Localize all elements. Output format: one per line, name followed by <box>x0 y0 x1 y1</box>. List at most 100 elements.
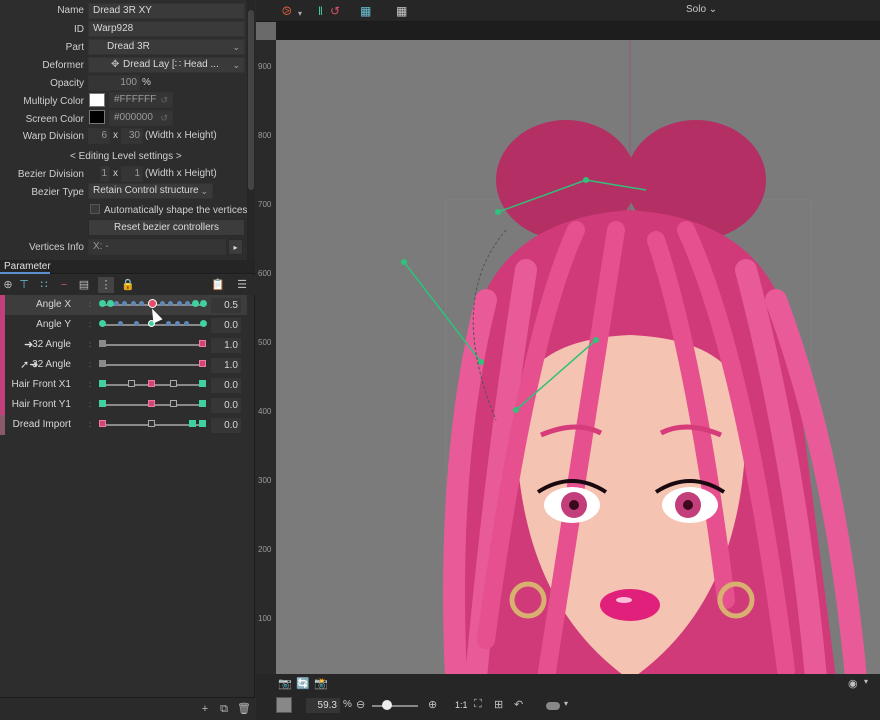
delete-key-icon[interactable]: − <box>56 277 72 293</box>
keyframe-dot[interactable] <box>175 321 180 326</box>
vertices-more-button[interactable]: ▸ <box>228 239 243 255</box>
reset-bezier-button[interactable]: Reset bezier controllers <box>88 219 245 236</box>
keyframe-dot[interactable] <box>107 300 114 307</box>
canvas-stage[interactable] <box>276 40 880 678</box>
mesh-icon[interactable]: ▦ <box>360 3 371 19</box>
param-value-field[interactable]: 0.0 <box>211 398 241 413</box>
rotate-icon[interactable]: ↺ <box>330 3 340 19</box>
keyframe-dot[interactable] <box>200 300 207 307</box>
keyframe-dot[interactable] <box>160 301 165 306</box>
param-row-hair-front-x1[interactable]: Hair Front X1 : 0.0 <box>0 375 247 395</box>
keyframe-square[interactable] <box>99 400 106 407</box>
auto-shape-checkbox[interactable] <box>90 204 100 214</box>
keyframe-square[interactable] <box>189 420 196 427</box>
keyframe-dot[interactable] <box>192 300 199 307</box>
keyframe-dot[interactable] <box>177 301 182 306</box>
add-key-icon[interactable]: ∷ <box>36 277 52 293</box>
keyframe-square[interactable] <box>128 380 135 387</box>
zoom-slider-track[interactable] <box>372 705 418 707</box>
duplicate-icon[interactable]: ⧉ <box>216 701 232 717</box>
solo-toggle[interactable]: Solo ⌄ <box>686 4 717 15</box>
zoom-in-icon[interactable]: ⊕ <box>428 698 437 711</box>
clipboard-icon[interactable]: 📋 <box>210 277 226 293</box>
dropdown-arrow-icon[interactable]: ▾ <box>298 6 302 22</box>
screen-color-swatch[interactable] <box>89 110 105 124</box>
keyframe-dot[interactable] <box>118 321 123 326</box>
inspector-scrollbar-thumb[interactable] <box>248 10 254 190</box>
name-field[interactable]: Dread 3R XY <box>88 3 245 19</box>
collapse-icon[interactable]: ⊕ <box>0 277 16 293</box>
actual-size-button[interactable]: 1:1 <box>455 700 468 710</box>
keyframe-dot[interactable] <box>184 321 189 326</box>
keyframe-dot[interactable] <box>99 320 106 327</box>
vertices-x-field[interactable]: X: - <box>88 239 226 255</box>
zoom-field[interactable]: 59.3 <box>306 698 340 713</box>
center-view-icon[interactable]: ⊞ <box>494 698 503 711</box>
keyframe-square[interactable] <box>170 400 177 407</box>
bezier-type-dropdown[interactable]: Retain Control structure ⌄ <box>88 183 213 199</box>
keyframe-dot[interactable] <box>99 300 106 307</box>
param-row-angle-y[interactable]: Angle Y : 0.0 <box>0 315 247 335</box>
keyframe-dot[interactable] <box>122 301 127 306</box>
param-row-dread-import[interactable]: Dread Import : 0.0 <box>0 415 247 435</box>
bezier-height-field[interactable]: 1 <box>121 166 143 182</box>
keyframe-square[interactable] <box>99 360 106 367</box>
keyframe-dot[interactable] <box>200 320 207 327</box>
keyframe-dot[interactable] <box>166 321 171 326</box>
reset-view-icon[interactable]: ↶ <box>514 698 523 711</box>
camera-rotate-icon[interactable]: 🔄 <box>296 677 310 690</box>
id-field[interactable]: Warp928 <box>88 21 245 37</box>
deform-path-icon[interactable]: ⧁ <box>282 3 292 19</box>
multiply-color-swatch[interactable] <box>89 93 105 107</box>
deformer-dropdown[interactable]: ✥ Dread Lay [∷ Head ... ⌄ <box>88 57 245 73</box>
trash-icon[interactable]: 🗑 <box>236 701 252 717</box>
param-value-field[interactable]: 0.0 <box>211 418 241 433</box>
keyframe-square[interactable] <box>199 340 206 347</box>
keyframe-square[interactable] <box>99 420 106 427</box>
param-row-hair-front-y1[interactable]: Hair Front Y1 : 0.0 <box>0 395 247 415</box>
status-dot-icon[interactable]: ◉ <box>848 677 858 690</box>
param-value-field[interactable]: 0.0 <box>211 318 241 333</box>
param-value-field[interactable]: 1.0 <box>211 338 241 353</box>
dropdown-arrow-icon[interactable]: ▾ <box>564 699 568 708</box>
keyframe-dot[interactable] <box>114 301 119 306</box>
camera-add-icon[interactable]: 📸 <box>314 677 328 690</box>
keyframe-square[interactable] <box>199 400 206 407</box>
param-value-field[interactable]: 1.0 <box>211 358 241 373</box>
param-slider-track[interactable] <box>102 364 204 366</box>
keyframe-square[interactable] <box>99 380 106 387</box>
param-row-32-angle[interactable]: ➜ 32 Angle : 1.0 <box>0 335 247 355</box>
toggle-switch[interactable] <box>546 702 560 710</box>
menu-icon[interactable]: ☰ <box>234 277 250 293</box>
keyframe-square[interactable] <box>148 420 155 427</box>
keyframe-dot[interactable] <box>134 321 139 326</box>
opacity-field[interactable]: 100 <box>88 75 140 91</box>
multiply-color-field[interactable]: #FFFFFF ↺ <box>109 92 173 108</box>
keyframe-square[interactable] <box>148 380 155 387</box>
keyframe-square[interactable] <box>199 420 206 427</box>
group-icon[interactable]: ⋮ <box>98 277 114 293</box>
param-row-32-angle-2[interactable]: ➚➜ 32 Angle : 1.0 <box>0 355 247 375</box>
camera-icon[interactable]: 📷 <box>278 677 292 690</box>
background-color-swatch[interactable] <box>276 697 292 713</box>
keyframe-square[interactable] <box>199 380 206 387</box>
keyframe-square[interactable] <box>99 340 106 347</box>
link-key-icon[interactable]: ⊤ <box>16 277 32 293</box>
keyframe-dot[interactable] <box>185 301 190 306</box>
fit-screen-icon[interactable]: ⛶ <box>474 698 482 711</box>
warp-height-field[interactable]: 30 <box>121 128 143 144</box>
keyframe-square[interactable] <box>199 360 206 367</box>
keyframe-dot[interactable] <box>131 301 136 306</box>
param-value-field[interactable]: 0.0 <box>211 378 241 393</box>
param-row-angle-x[interactable]: Angle X : 0.5 <box>0 295 247 315</box>
grid-icon[interactable]: ▦ <box>396 3 407 19</box>
zoom-slider-thumb[interactable] <box>382 700 392 710</box>
add-icon[interactable]: + <box>197 701 213 717</box>
screen-color-field[interactable]: #000000 ↺ <box>109 110 173 126</box>
param-slider-track[interactable] <box>102 344 204 346</box>
dropdown-arrow-icon[interactable]: ▾ <box>864 677 868 686</box>
tab-parameter[interactable]: Parameter <box>4 261 51 272</box>
keyframe-square[interactable] <box>170 380 177 387</box>
part-dropdown[interactable]: Dread 3R ⌄ <box>88 39 245 55</box>
bezier-width-field[interactable]: 1 <box>100 166 110 182</box>
